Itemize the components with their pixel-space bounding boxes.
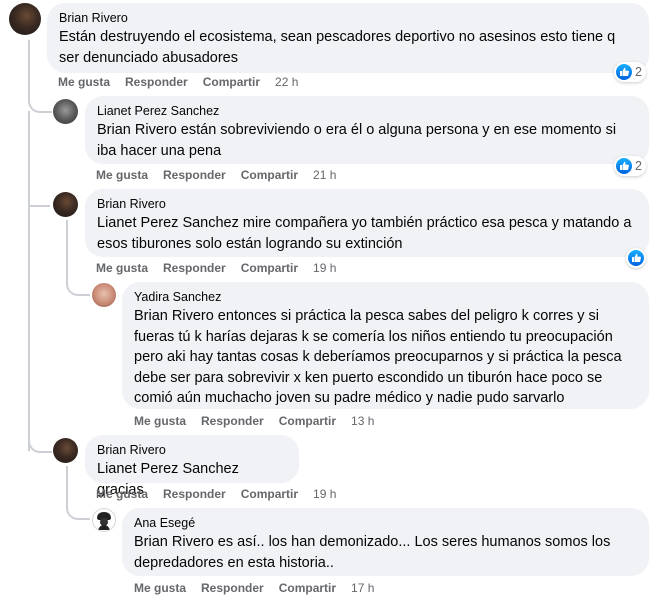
comment-bubble: Brian Rivero Lianet Perez Sanchez mire c… [85,189,649,257]
comment-actions: Me gusta Responder Compartir 19 h [96,261,336,275]
reaction-count[interactable]: 2 [614,62,646,82]
like-link[interactable]: Me gusta [96,487,148,501]
like-icon [628,250,644,266]
timestamp[interactable]: 17 h [351,581,374,595]
reply-link[interactable]: Responder [163,168,226,182]
thread-line [28,200,50,207]
share-link[interactable]: Compartir [241,168,298,182]
comment-actions: Me gusta Responder Compartir 19 h [96,487,336,501]
comment-text: Lianet Perez Sanchez mire compañera yo t… [97,213,637,254]
timestamp[interactable]: 21 h [313,168,336,182]
like-link[interactable]: Me gusta [96,261,148,275]
comment-bubble: Lianet Perez Sanchez Brian Rivero están … [85,96,649,164]
comment-actions: Me gusta Responder Compartir 13 h [134,414,374,428]
comment-author[interactable]: Lianet Perez Sanchez [97,103,637,119]
comment-actions: Me gusta Responder Compartir 21 h [96,168,336,182]
comment-text: Brian Rivero es así.. los han demonizado… [134,532,637,573]
thread-line [28,425,52,453]
comment-author[interactable]: Brian Rivero [59,10,637,26]
like-icon [616,158,632,174]
reply-link[interactable]: Responder [125,75,188,89]
comment-body: Están destruyendo el ecosistema, sean pe… [59,29,616,66]
timestamp[interactable]: 13 h [351,414,374,428]
like-link[interactable]: Me gusta [134,581,186,595]
like-link[interactable]: Me gusta [96,168,148,182]
avatar[interactable] [53,99,78,124]
avatar[interactable] [92,283,116,307]
comment-author[interactable]: Yadira Sanchez [134,289,637,305]
mention-link[interactable]: Lianet Perez Sanchez [97,461,239,477]
mention-link[interactable]: Brian Rivero [134,534,214,550]
comment-actions: Me gusta Responder Compartir 17 h [134,581,374,595]
mention-link[interactable]: Lianet Perez Sanchez [97,215,239,231]
reaction-number: 2 [635,159,642,173]
reply-link[interactable]: Responder [163,261,226,275]
comment-actions: Me gusta Responder Compartir 22 h [58,75,298,89]
share-link[interactable]: Compartir [241,261,298,275]
reaction-number: 2 [635,65,642,79]
comment-text: Brian Rivero entonces si práctica la pes… [134,306,637,409]
reply-link[interactable]: Responder [201,414,264,428]
share-link[interactable]: Compartir [279,414,336,428]
timestamp[interactable]: 19 h [313,487,336,501]
share-link[interactable]: Compartir [279,581,336,595]
comment-author[interactable]: Brian Rivero [97,196,637,212]
mention-link[interactable]: Brian Rivero [97,122,177,138]
thread-line [28,111,30,451]
comment-bubble: Brian Rivero Lianet Perez Sanchez gracia… [85,435,299,498]
like-link[interactable]: Me gusta [134,414,186,428]
avatar[interactable] [53,438,78,463]
reaction-count[interactable]: 2 [614,156,646,176]
thread-line [66,466,90,520]
reply-link[interactable]: Responder [163,487,226,501]
reaction-badge[interactable] [626,248,646,268]
avatar[interactable] [92,508,116,532]
share-link[interactable]: Compartir [241,487,298,501]
avatar[interactable] [53,192,78,217]
share-link[interactable]: Compartir [203,75,260,89]
like-link[interactable]: Me gusta [58,75,110,89]
timestamp[interactable]: 19 h [313,261,336,275]
avatar[interactable] [9,3,41,35]
like-icon [616,64,632,80]
comment-text: Están destruyendo el ecosistema, sean pe… [59,27,637,68]
comment-author[interactable]: Ana Esegé [134,515,637,531]
mention-link[interactable]: Brian Rivero [134,308,214,324]
comment-text: Brian Rivero están sobreviviendo o era é… [97,120,637,161]
comment-bubble: Yadira Sanchez Brian Rivero entonces si … [122,282,649,409]
avatar-silhouette-icon [97,512,111,530]
comment-bubble: Ana Esegé Brian Rivero es así.. los han … [122,508,649,576]
reply-link[interactable]: Responder [201,581,264,595]
comment-bubble: Brian Rivero Están destruyendo el ecosis… [47,3,649,73]
comment-author[interactable]: Brian Rivero [97,442,287,458]
timestamp[interactable]: 22 h [275,75,298,89]
